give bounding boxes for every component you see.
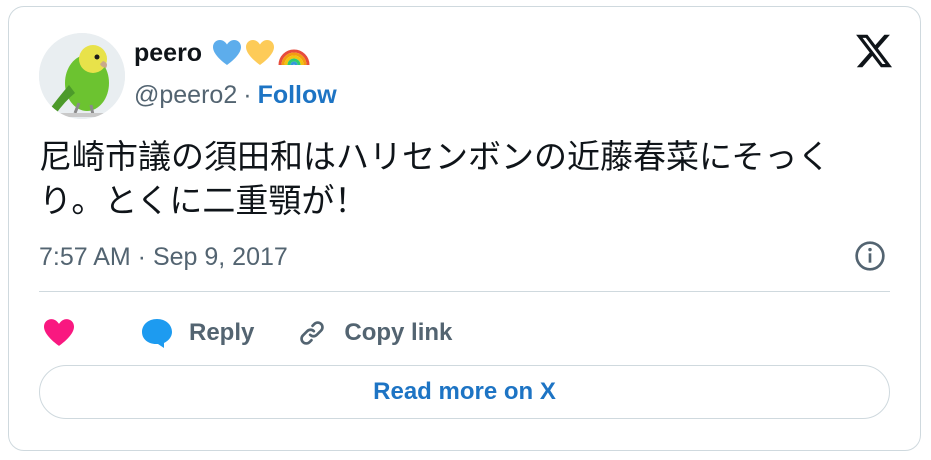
tweet-text: 尼崎市議の須田和はハリセンボンの近藤春菜にそっくり。とくに二重顎が！: [39, 137, 831, 220]
parakeet-avatar-image: [39, 33, 125, 119]
yellow-heart-icon: [246, 40, 275, 65]
heart-icon: [44, 319, 74, 346]
divider: [39, 291, 890, 292]
reply-bubble-icon: [137, 313, 177, 353]
avatar[interactable]: [39, 33, 125, 119]
x-logo-icon[interactable]: [854, 31, 894, 71]
copy-link-button[interactable]: Copy link: [292, 313, 452, 353]
info-icon[interactable]: [854, 240, 886, 272]
rainbow-icon: [278, 49, 310, 66]
reply-button[interactable]: Reply: [137, 313, 254, 353]
link-icon: [292, 313, 332, 353]
like-button[interactable]: [39, 313, 79, 353]
follow-button[interactable]: Follow: [258, 81, 337, 110]
tweet-card: peero @peero2 · Follow 尼崎市議の須田和はハリセンボンの近…: [8, 6, 921, 451]
name-emojis: [212, 39, 310, 67]
display-name[interactable]: peero: [134, 39, 202, 68]
action-bar: Reply Copy link: [39, 311, 452, 355]
separator-dot: ·: [243, 81, 252, 109]
read-more-button[interactable]: Read more on X: [39, 365, 890, 419]
blue-heart-icon: [213, 40, 242, 65]
tweet-timestamp[interactable]: 7:57 AM · Sep 9, 2017: [39, 243, 288, 272]
user-handle[interactable]: @peero2: [134, 81, 237, 110]
copy-link-label: Copy link: [344, 319, 453, 346]
reply-label: Reply: [189, 319, 255, 346]
